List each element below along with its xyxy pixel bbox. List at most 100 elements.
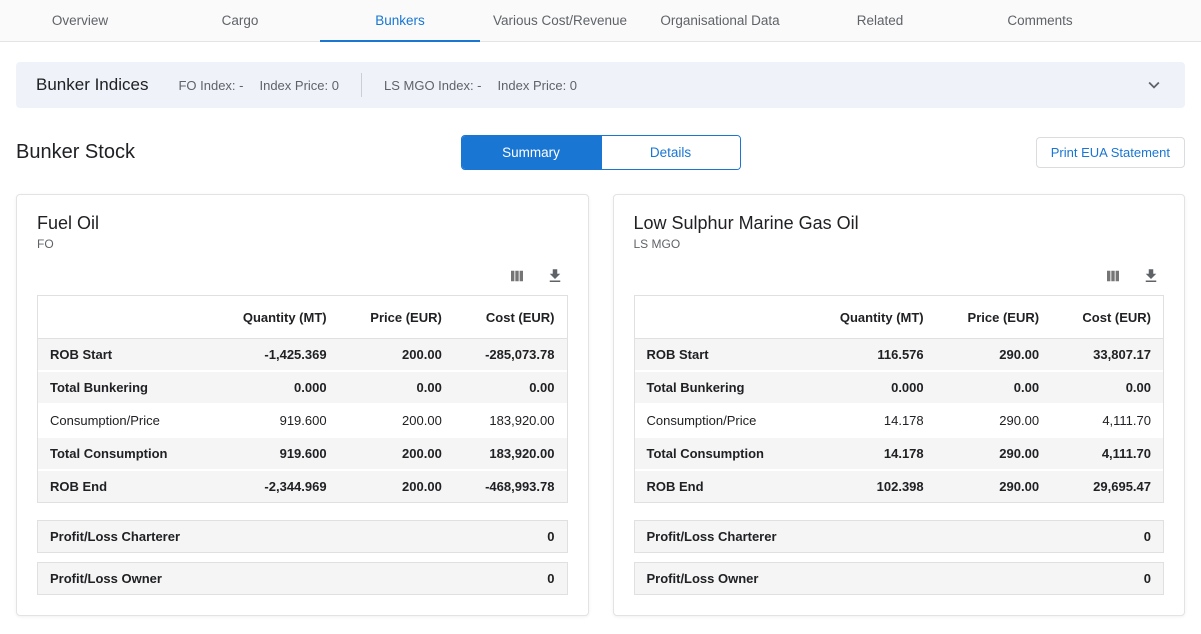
cell-cost: 183,920.00	[454, 404, 567, 437]
cell-quantity: 0.000	[805, 371, 935, 404]
cell-cost: 4,111.70	[1051, 404, 1163, 437]
tab-related[interactable]: Related	[800, 0, 960, 41]
cell-quantity: 14.178	[805, 404, 935, 437]
header-quantity: Quantity (MT)	[209, 296, 339, 339]
profit-value: 0	[547, 529, 554, 544]
profit-loss-charterer-row: Profit/Loss Charterer 0	[37, 520, 568, 553]
ls-mgo-card: Low Sulphur Marine Gas Oil LS MGO Quanti…	[613, 194, 1186, 616]
cell-cost: -285,073.78	[454, 339, 567, 372]
cell-quantity: 14.178	[805, 437, 935, 470]
cell-quantity: -2,344.969	[209, 470, 339, 502]
download-icon[interactable]	[1142, 267, 1160, 285]
header-blank	[635, 296, 806, 339]
header-quantity: Quantity (MT)	[805, 296, 935, 339]
cell-price: 290.00	[936, 404, 1051, 437]
cell-quantity: 919.600	[209, 437, 339, 470]
cell-cost: 0.00	[454, 371, 567, 404]
row-label: ROB Start	[635, 339, 806, 372]
fo-index-label: FO Index: -	[178, 78, 243, 93]
row-label: Total Consumption	[635, 437, 806, 470]
table-row: ROB Start -1,425.369 200.00 -285,073.78	[38, 339, 567, 372]
bunker-table: Quantity (MT) Price (EUR) Cost (EUR) ROB…	[37, 295, 568, 503]
row-label: Total Consumption	[38, 437, 209, 470]
tab-organisational-data[interactable]: Organisational Data	[640, 0, 800, 41]
header-cost: Cost (EUR)	[1051, 296, 1163, 339]
divider	[361, 73, 362, 97]
cell-cost: 33,807.17	[1051, 339, 1163, 372]
tab-various-cost-revenue[interactable]: Various Cost/Revenue	[480, 0, 640, 41]
table-row: Consumption/Price 14.178 290.00 4,111.70	[635, 404, 1164, 437]
card-toolbar	[638, 267, 1161, 285]
cell-quantity: -1,425.369	[209, 339, 339, 372]
cell-price: 0.00	[936, 371, 1051, 404]
cell-cost: 0.00	[1051, 371, 1163, 404]
table-row: ROB Start 116.576 290.00 33,807.17	[635, 339, 1164, 372]
table-row: Consumption/Price 919.600 200.00 183,920…	[38, 404, 567, 437]
cell-price: 200.00	[339, 437, 454, 470]
table-row: Total Bunkering 0.000 0.00 0.00	[635, 371, 1164, 404]
row-label: ROB Start	[38, 339, 209, 372]
profit-loss-owner-row: Profit/Loss Owner 0	[37, 562, 568, 595]
profit-label: Profit/Loss Charterer	[647, 529, 777, 544]
table-row: Total Consumption 919.600 200.00 183,920…	[38, 437, 567, 470]
cell-quantity: 102.398	[805, 470, 935, 502]
cell-price: 290.00	[936, 470, 1051, 502]
tab-comments[interactable]: Comments	[960, 0, 1120, 41]
header-cost: Cost (EUR)	[454, 296, 567, 339]
chevron-down-icon[interactable]	[1143, 74, 1165, 96]
cell-quantity: 919.600	[209, 404, 339, 437]
row-label: Total Bunkering	[635, 371, 806, 404]
details-toggle-button[interactable]: Details	[601, 136, 740, 169]
header-price: Price (EUR)	[339, 296, 454, 339]
profit-loss-owner-row: Profit/Loss Owner 0	[634, 562, 1165, 595]
tab-bunkers[interactable]: Bunkers	[320, 0, 480, 41]
view-columns-icon[interactable]	[508, 267, 526, 285]
table-row: ROB End -2,344.969 200.00 -468,993.78	[38, 470, 567, 502]
card-title: Low Sulphur Marine Gas Oil	[634, 213, 1165, 234]
card-subtitle: FO	[37, 237, 568, 251]
lsmgo-index-price-label: Index Price: 0	[498, 78, 578, 93]
tab-bar: Overview Cargo Bunkers Various Cost/Reve…	[0, 0, 1201, 42]
cell-cost: -468,993.78	[454, 470, 567, 502]
cell-price: 200.00	[339, 404, 454, 437]
profit-label: Profit/Loss Owner	[647, 571, 759, 586]
view-columns-icon[interactable]	[1104, 267, 1122, 285]
download-icon[interactable]	[546, 267, 564, 285]
card-title: Fuel Oil	[37, 213, 568, 234]
bunker-indices-bar: Bunker Indices FO Index: - Index Price: …	[16, 62, 1185, 108]
cell-cost: 183,920.00	[454, 437, 567, 470]
row-label: Consumption/Price	[635, 404, 806, 437]
table-row: Total Bunkering 0.000 0.00 0.00	[38, 371, 567, 404]
card-subtitle: LS MGO	[634, 237, 1165, 251]
print-eua-statement-button[interactable]: Print EUA Statement	[1036, 137, 1185, 168]
row-label: ROB End	[635, 470, 806, 502]
profit-value: 0	[547, 571, 554, 586]
tab-overview[interactable]: Overview	[0, 0, 160, 41]
bunker-cards: Fuel Oil FO Quantity (MT) Price (EUR) Co…	[16, 194, 1185, 616]
cell-quantity: 116.576	[805, 339, 935, 372]
lsmgo-index-label: LS MGO Index: -	[384, 78, 482, 93]
fuel-oil-card: Fuel Oil FO Quantity (MT) Price (EUR) Co…	[16, 194, 589, 616]
cell-cost: 29,695.47	[1051, 470, 1163, 502]
tab-cargo[interactable]: Cargo	[160, 0, 320, 41]
card-toolbar	[41, 267, 564, 285]
profit-label: Profit/Loss Owner	[50, 571, 162, 586]
cell-price: 290.00	[936, 437, 1051, 470]
row-label: Total Bunkering	[38, 371, 209, 404]
cell-price: 200.00	[339, 339, 454, 372]
table-header-row: Quantity (MT) Price (EUR) Cost (EUR)	[38, 296, 567, 339]
table-header-row: Quantity (MT) Price (EUR) Cost (EUR)	[635, 296, 1164, 339]
cell-cost: 4,111.70	[1051, 437, 1163, 470]
cell-price: 0.00	[339, 371, 454, 404]
profit-value: 0	[1144, 571, 1151, 586]
profit-value: 0	[1144, 529, 1151, 544]
page-title: Bunker Stock	[16, 141, 135, 164]
table-row: ROB End 102.398 290.00 29,695.47	[635, 470, 1164, 502]
summary-toggle-button[interactable]: Summary	[462, 136, 601, 169]
row-label: Consumption/Price	[38, 404, 209, 437]
view-toggle-group: Summary Details	[461, 135, 741, 170]
cell-quantity: 0.000	[209, 371, 339, 404]
bunker-table: Quantity (MT) Price (EUR) Cost (EUR) ROB…	[634, 295, 1165, 503]
bunker-indices-title: Bunker Indices	[36, 75, 148, 95]
fo-index-price-label: Index Price: 0	[259, 78, 339, 93]
